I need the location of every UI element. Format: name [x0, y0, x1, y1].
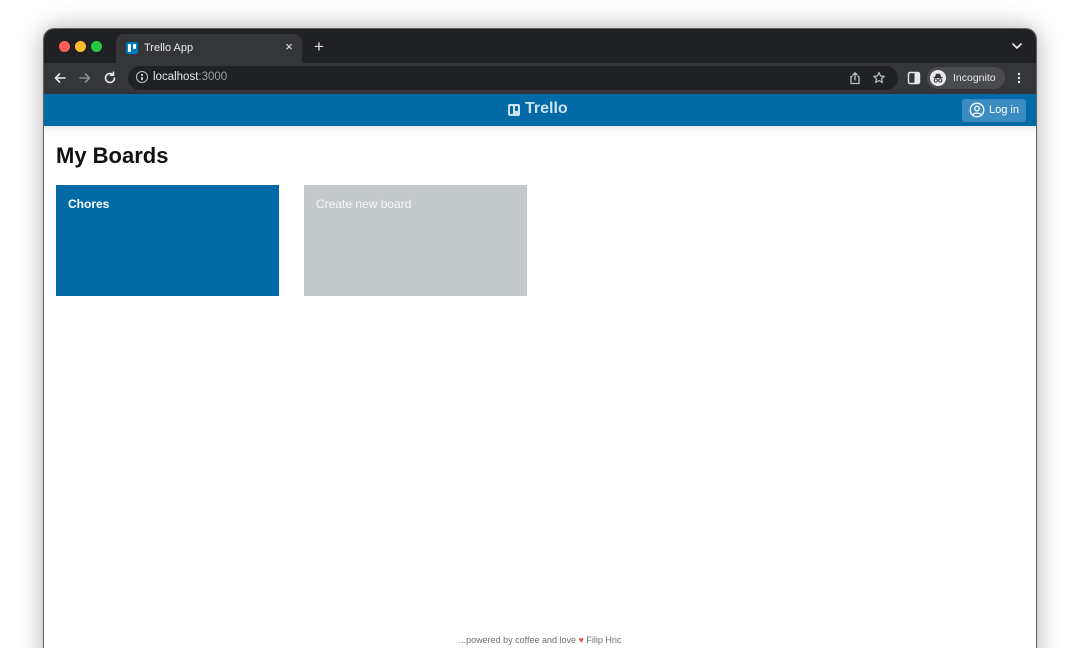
tab-strip: Trello App × + [44, 29, 1036, 63]
create-board-card[interactable]: Create new board [304, 185, 527, 296]
incognito-label: Incognito [953, 72, 996, 84]
back-arrow-icon[interactable] [52, 70, 68, 86]
kebab-menu-icon[interactable] [1012, 71, 1026, 85]
reload-icon[interactable] [102, 70, 118, 86]
bookmark-star-icon[interactable] [872, 71, 886, 85]
board-card-chores[interactable]: Chores [56, 185, 279, 296]
browser-tab[interactable]: Trello App × [116, 34, 302, 63]
forward-arrow-icon[interactable] [77, 70, 93, 86]
brand-name: Trello [525, 100, 568, 117]
tab-title: Trello App [144, 42, 194, 54]
new-tab-button[interactable]: + [311, 38, 327, 55]
desktop: Trello App × + localhost:3000 Incognito … [0, 0, 1080, 648]
footer-text: ...powered by coffee and love [458, 635, 577, 645]
user-circle-icon [969, 102, 985, 118]
browser-window: Trello App × + localhost:3000 Incognito … [44, 29, 1036, 648]
trello-favicon-icon [126, 42, 138, 54]
tab-search-chevron-icon[interactable] [1010, 39, 1024, 53]
tab-close-icon[interactable]: × [282, 40, 296, 54]
create-board-label: Create new board [316, 197, 412, 211]
browser-toolbar: localhost:3000 Incognito [44, 63, 1036, 94]
login-button[interactable]: Log in [962, 99, 1026, 122]
footer: ...powered by coffee and love ♥ Filip Hr… [44, 635, 1036, 645]
app-header: Trello Log in [44, 94, 1036, 126]
board-name: Chores [68, 197, 110, 211]
page-title: My Boards [56, 143, 169, 168]
trello-logo-icon [508, 104, 520, 116]
maximize-window-button[interactable] [91, 41, 102, 52]
close-window-button[interactable] [59, 41, 70, 52]
incognito-profile-button[interactable]: Incognito [927, 67, 1005, 89]
login-label: Log in [989, 104, 1019, 116]
share-icon[interactable] [848, 71, 862, 85]
address-bar[interactable]: localhost:3000 [128, 66, 898, 90]
url-port: :3000 [198, 71, 228, 83]
site-info-icon[interactable] [136, 71, 148, 83]
minimize-window-button[interactable] [75, 41, 86, 52]
url-text: localhost:3000 [153, 71, 227, 83]
incognito-icon [930, 70, 946, 86]
footer-author-link[interactable]: Filip Hric [586, 635, 621, 645]
heart-icon: ♥ [578, 635, 584, 645]
url-host: localhost [153, 71, 199, 83]
side-panel-icon[interactable] [907, 71, 921, 85]
